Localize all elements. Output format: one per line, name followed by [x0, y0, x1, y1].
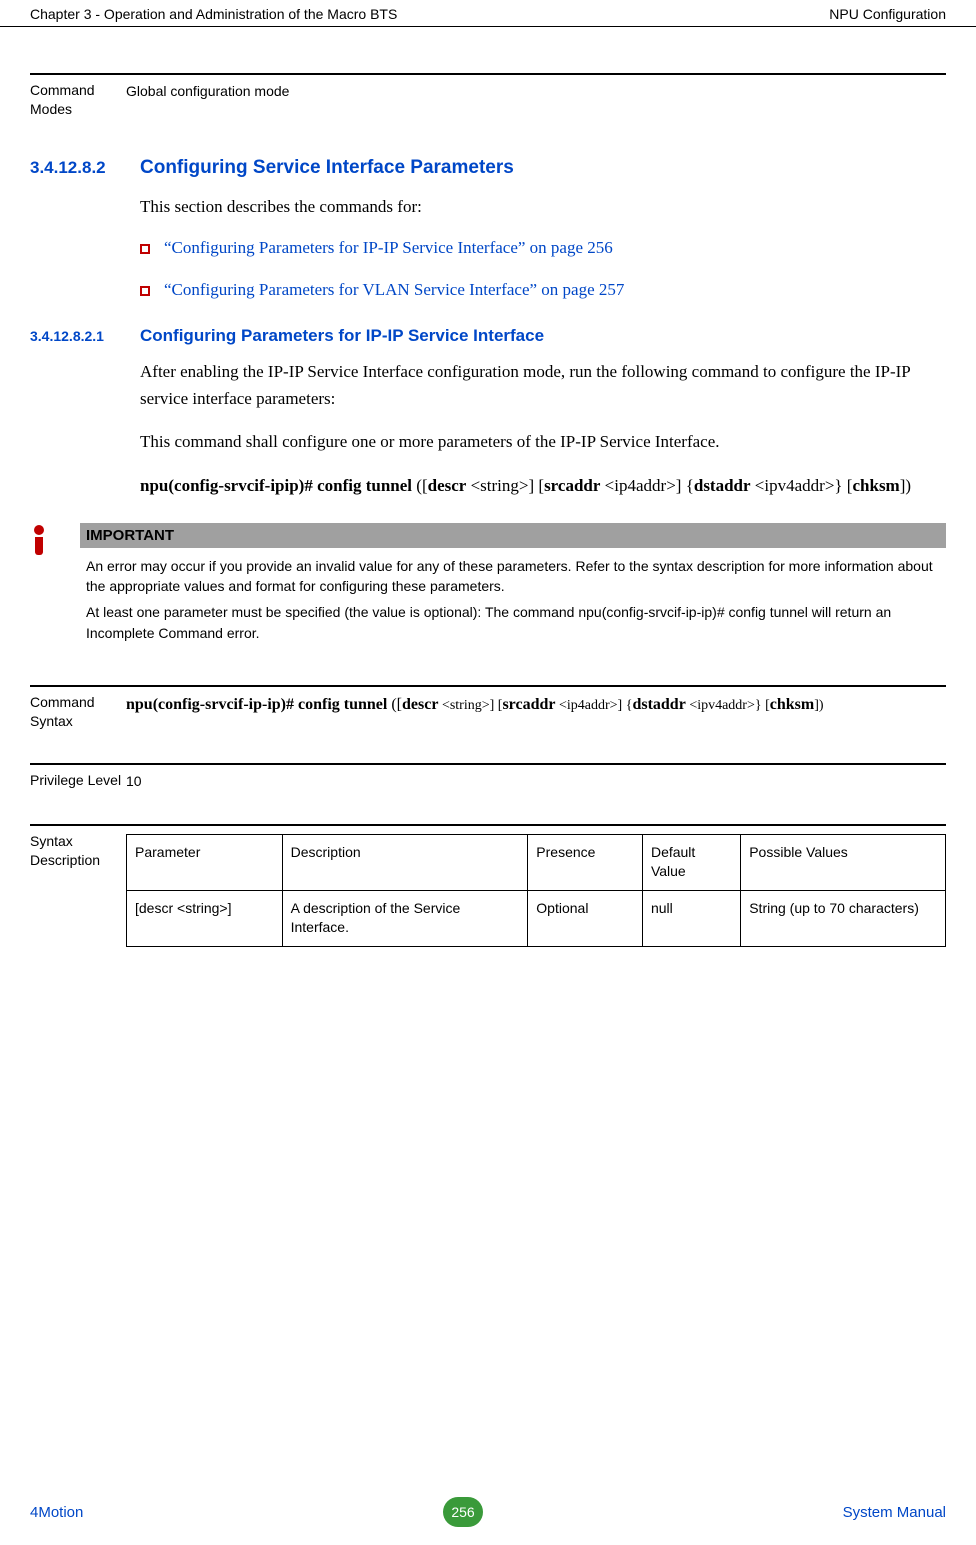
important-p1: An error may occur if you provide an inv… — [80, 556, 946, 597]
section-intro: This section describes the commands for: — [140, 193, 946, 220]
bullet-link[interactable]: “Configuring Parameters for IP-IP Servic… — [164, 238, 613, 258]
bullet-icon — [140, 244, 150, 254]
section-number: 3.4.12.8.2 — [30, 158, 140, 178]
th-default: Default Value — [642, 834, 740, 890]
section-body: This section describes the commands for:… — [140, 193, 946, 300]
subsection-para2: This command shall configure one or more… — [140, 428, 946, 455]
cmd-srcaddr: srcaddr — [544, 476, 600, 495]
page-number-badge: 256 — [443, 1497, 483, 1527]
cmd-close: ]) — [900, 476, 911, 495]
important-body: IMPORTANT An error may occur if you prov… — [80, 523, 946, 649]
page-footer: 4Motion 256 System Manual — [30, 1497, 946, 1527]
th-presence: Presence — [528, 834, 643, 890]
privilege-level-block: Privilege Level 10 — [30, 763, 946, 792]
subsection-body: After enabling the IP-IP Service Interfa… — [140, 358, 946, 499]
cmd-prefix: npu(config-srvcif-ipip)# config tunnel — [140, 476, 412, 495]
td-param: [descr <string>] — [127, 890, 283, 946]
important-title: IMPORTANT — [80, 523, 946, 548]
bullet-list: “Configuring Parameters for IP-IP Servic… — [140, 238, 946, 300]
syntax-description-content: Parameter Description Presence Default V… — [126, 832, 946, 947]
important-p2: At least one parameter must be specified… — [80, 602, 946, 643]
list-item: “Configuring Parameters for VLAN Service… — [140, 280, 946, 300]
syntax-open: ([ — [387, 696, 402, 713]
important-callout: IMPORTANT An error may occur if you prov… — [30, 523, 946, 649]
th-description: Description — [282, 834, 528, 890]
syntax-dstaddr-arg: <ipv4addr>} [ — [686, 698, 770, 713]
bullet-link[interactable]: “Configuring Parameters for VLAN Service… — [164, 280, 624, 300]
table-header-row: Parameter Description Presence Default V… — [127, 834, 946, 890]
list-item: “Configuring Parameters for IP-IP Servic… — [140, 238, 946, 258]
command-modes-block: Command Modes Global configuration mode — [30, 73, 946, 119]
header-right: NPU Configuration — [829, 6, 946, 22]
syntax-close: ]) — [814, 698, 823, 713]
page-header: Chapter 3 - Operation and Administration… — [0, 0, 976, 27]
td-desc: A description of the Service Interface. — [282, 890, 528, 946]
command-modes-value: Global configuration mode — [126, 81, 946, 102]
privilege-level-label: Privilege Level — [30, 771, 126, 790]
cmd-dstaddr: dstaddr — [694, 476, 751, 495]
cmd-dstaddr-arg: <ipv4addr>} [ — [751, 476, 853, 495]
syntax-descr: descr — [402, 696, 438, 713]
cmd-descr-arg: <string>] [ — [466, 476, 544, 495]
cmd-chksm: chksm — [852, 476, 899, 495]
page-content: Command Modes Global configuration mode … — [0, 27, 976, 947]
privilege-level-value: 10 — [126, 771, 946, 792]
th-possible: Possible Values — [741, 834, 946, 890]
syntax-descr-arg: <string>] [ — [438, 698, 502, 713]
subsection-number: 3.4.12.8.2.1 — [30, 328, 140, 344]
command-syntax-label: Command Syntax — [30, 693, 126, 731]
syntax-chksm: chksm — [770, 696, 814, 713]
syntax-description-label: Syntax Description — [30, 832, 126, 870]
footer-left: 4Motion — [30, 1504, 83, 1521]
subsection-heading: 3.4.12.8.2.1 Configuring Parameters for … — [30, 326, 946, 346]
table-row: [descr <string>] A description of the Se… — [127, 890, 946, 946]
cmd-srcaddr-arg: <ip4addr>] { — [600, 476, 693, 495]
section-heading: 3.4.12.8.2 Configuring Service Interface… — [30, 157, 946, 179]
td-presence: Optional — [528, 890, 643, 946]
td-possible: String (up to 70 characters) — [741, 890, 946, 946]
command-modes-label: Command Modes — [30, 81, 126, 119]
header-left: Chapter 3 - Operation and Administration… — [30, 6, 397, 22]
cmd-descr: descr — [428, 476, 467, 495]
subsection-title: Configuring Parameters for IP-IP Service… — [140, 326, 544, 346]
syntax-srcaddr: srcaddr — [502, 696, 555, 713]
bullet-icon — [140, 286, 150, 296]
syntax-dstaddr: dstaddr — [632, 696, 685, 713]
syntax-prefix: npu(config-srvcif-ip-ip)# config tunnel — [126, 696, 387, 713]
subsection-para1: After enabling the IP-IP Service Interfa… — [140, 358, 946, 412]
syntax-table: Parameter Description Presence Default V… — [126, 834, 946, 947]
syntax-srcaddr-arg: <ip4addr>] { — [556, 698, 633, 713]
cmd-open: ([ — [412, 476, 428, 495]
footer-right: System Manual — [843, 1504, 946, 1521]
syntax-description-block: Syntax Description Parameter Description… — [30, 824, 946, 947]
info-icon — [30, 525, 48, 555]
th-parameter: Parameter — [127, 834, 283, 890]
command-syntax-value: npu(config-srvcif-ip-ip)# config tunnel … — [126, 693, 946, 717]
important-icon-col — [30, 523, 80, 649]
section-title: Configuring Service Interface Parameters — [140, 157, 514, 179]
td-default: null — [642, 890, 740, 946]
command-syntax-block: Command Syntax npu(config-srvcif-ip-ip)#… — [30, 685, 946, 731]
command-line: npu(config-srvcif-ipip)# config tunnel (… — [140, 472, 946, 499]
